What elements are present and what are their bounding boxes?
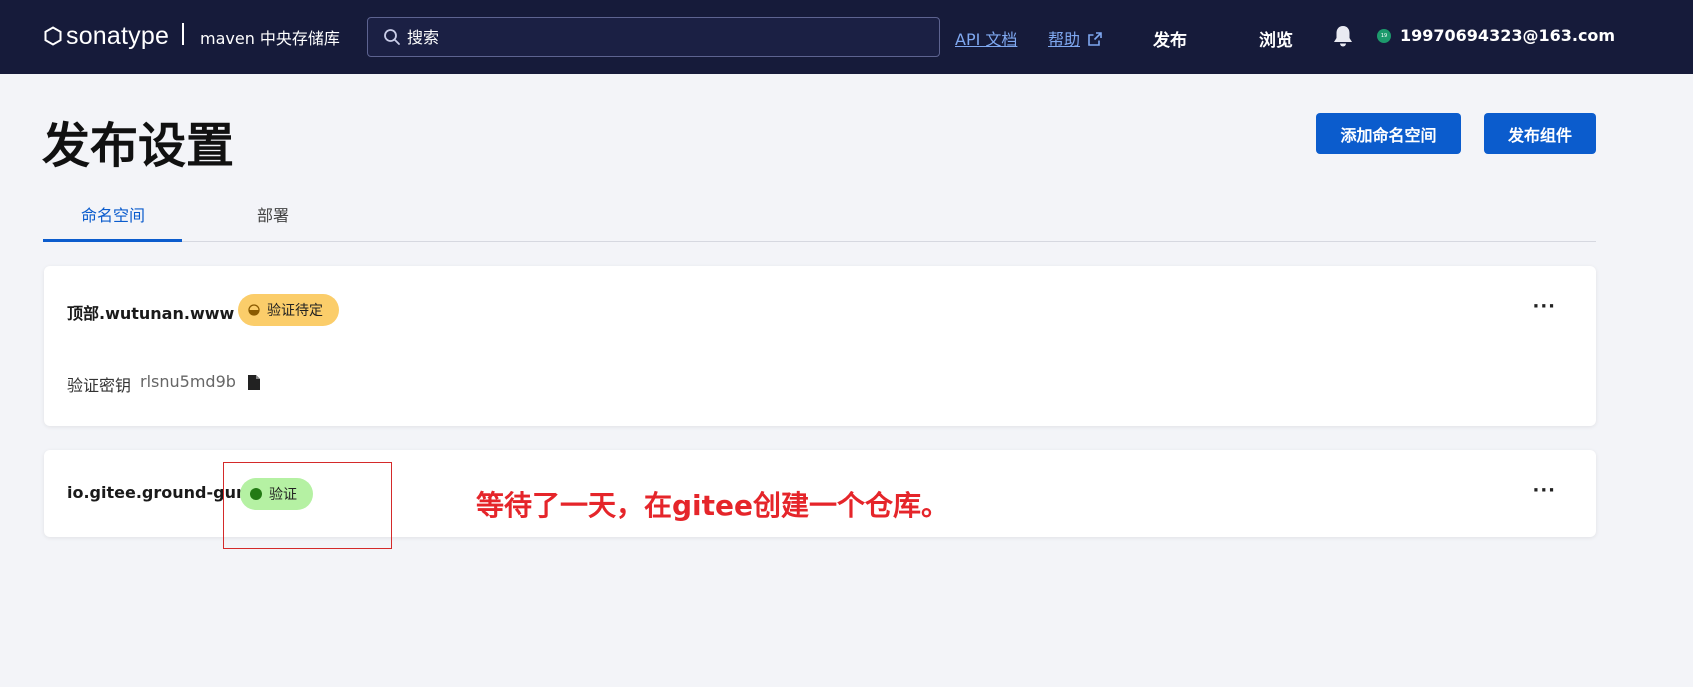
annotation-text: 等待了一天，在gitee创建一个仓库。 bbox=[476, 489, 950, 522]
search-icon bbox=[384, 29, 400, 45]
sonatype-logo[interactable]: sonatype bbox=[43, 22, 169, 50]
api-docs-label: API 文档 bbox=[955, 30, 1018, 49]
more-options-icon[interactable]: ··· bbox=[1532, 296, 1556, 317]
bell-icon[interactable] bbox=[1332, 24, 1354, 48]
namespace-name: 顶部.wutunan.www bbox=[67, 304, 235, 323]
search-box[interactable] bbox=[367, 17, 940, 57]
repository-name[interactable]: maven 中央存储库 bbox=[200, 25, 340, 49]
status-badge-label: 验证待定 bbox=[267, 303, 323, 319]
verification-key-value: rlsnu5md9b bbox=[140, 372, 236, 391]
logo-divider bbox=[182, 23, 184, 45]
help-link[interactable]: 帮助 bbox=[1048, 26, 1102, 50]
logo-text: sonatype bbox=[66, 21, 170, 50]
page-title: 发布设置 bbox=[42, 118, 235, 174]
annotation-highlight-box bbox=[223, 462, 392, 549]
tab-namespaces[interactable]: 命名空间 bbox=[81, 202, 145, 226]
search-input[interactable] bbox=[407, 27, 927, 47]
active-tab-indicator bbox=[43, 239, 182, 242]
top-nav-bar: sonatype maven 中央存储库 API 文档 帮助 发布 浏览 19 … bbox=[0, 0, 1693, 74]
status-badge: 验证待定 bbox=[238, 294, 339, 326]
copy-file-icon[interactable] bbox=[247, 374, 261, 391]
namespace-card: 顶部.wutunan.www 验证待定 ··· 验证密钥 rlsnu5md9b bbox=[44, 266, 1596, 426]
user-email[interactable]: 19970694323@163.com bbox=[1400, 26, 1615, 45]
nav-browse[interactable]: 浏览 bbox=[1259, 26, 1293, 51]
namespace-name: io.gitee.ground-gun bbox=[67, 483, 248, 502]
nav-publish[interactable]: 发布 bbox=[1153, 26, 1187, 51]
tab-bar: 命名空间 部署 bbox=[43, 192, 1596, 242]
tab-deployments[interactable]: 部署 bbox=[257, 202, 289, 226]
hexagon-logo-icon bbox=[44, 26, 62, 46]
external-link-icon bbox=[1088, 32, 1102, 46]
user-avatar[interactable]: 19 bbox=[1377, 29, 1391, 43]
pending-status-icon bbox=[248, 304, 260, 316]
add-namespace-button[interactable]: 添加命名空间 bbox=[1316, 113, 1461, 154]
api-docs-link[interactable]: API 文档 bbox=[955, 26, 1017, 50]
more-options-icon[interactable]: ··· bbox=[1532, 480, 1556, 501]
publish-component-button[interactable]: 发布组件 bbox=[1484, 113, 1596, 154]
help-label: 帮助 bbox=[1048, 30, 1081, 49]
verification-key-label: 验证密钥 bbox=[67, 376, 132, 395]
